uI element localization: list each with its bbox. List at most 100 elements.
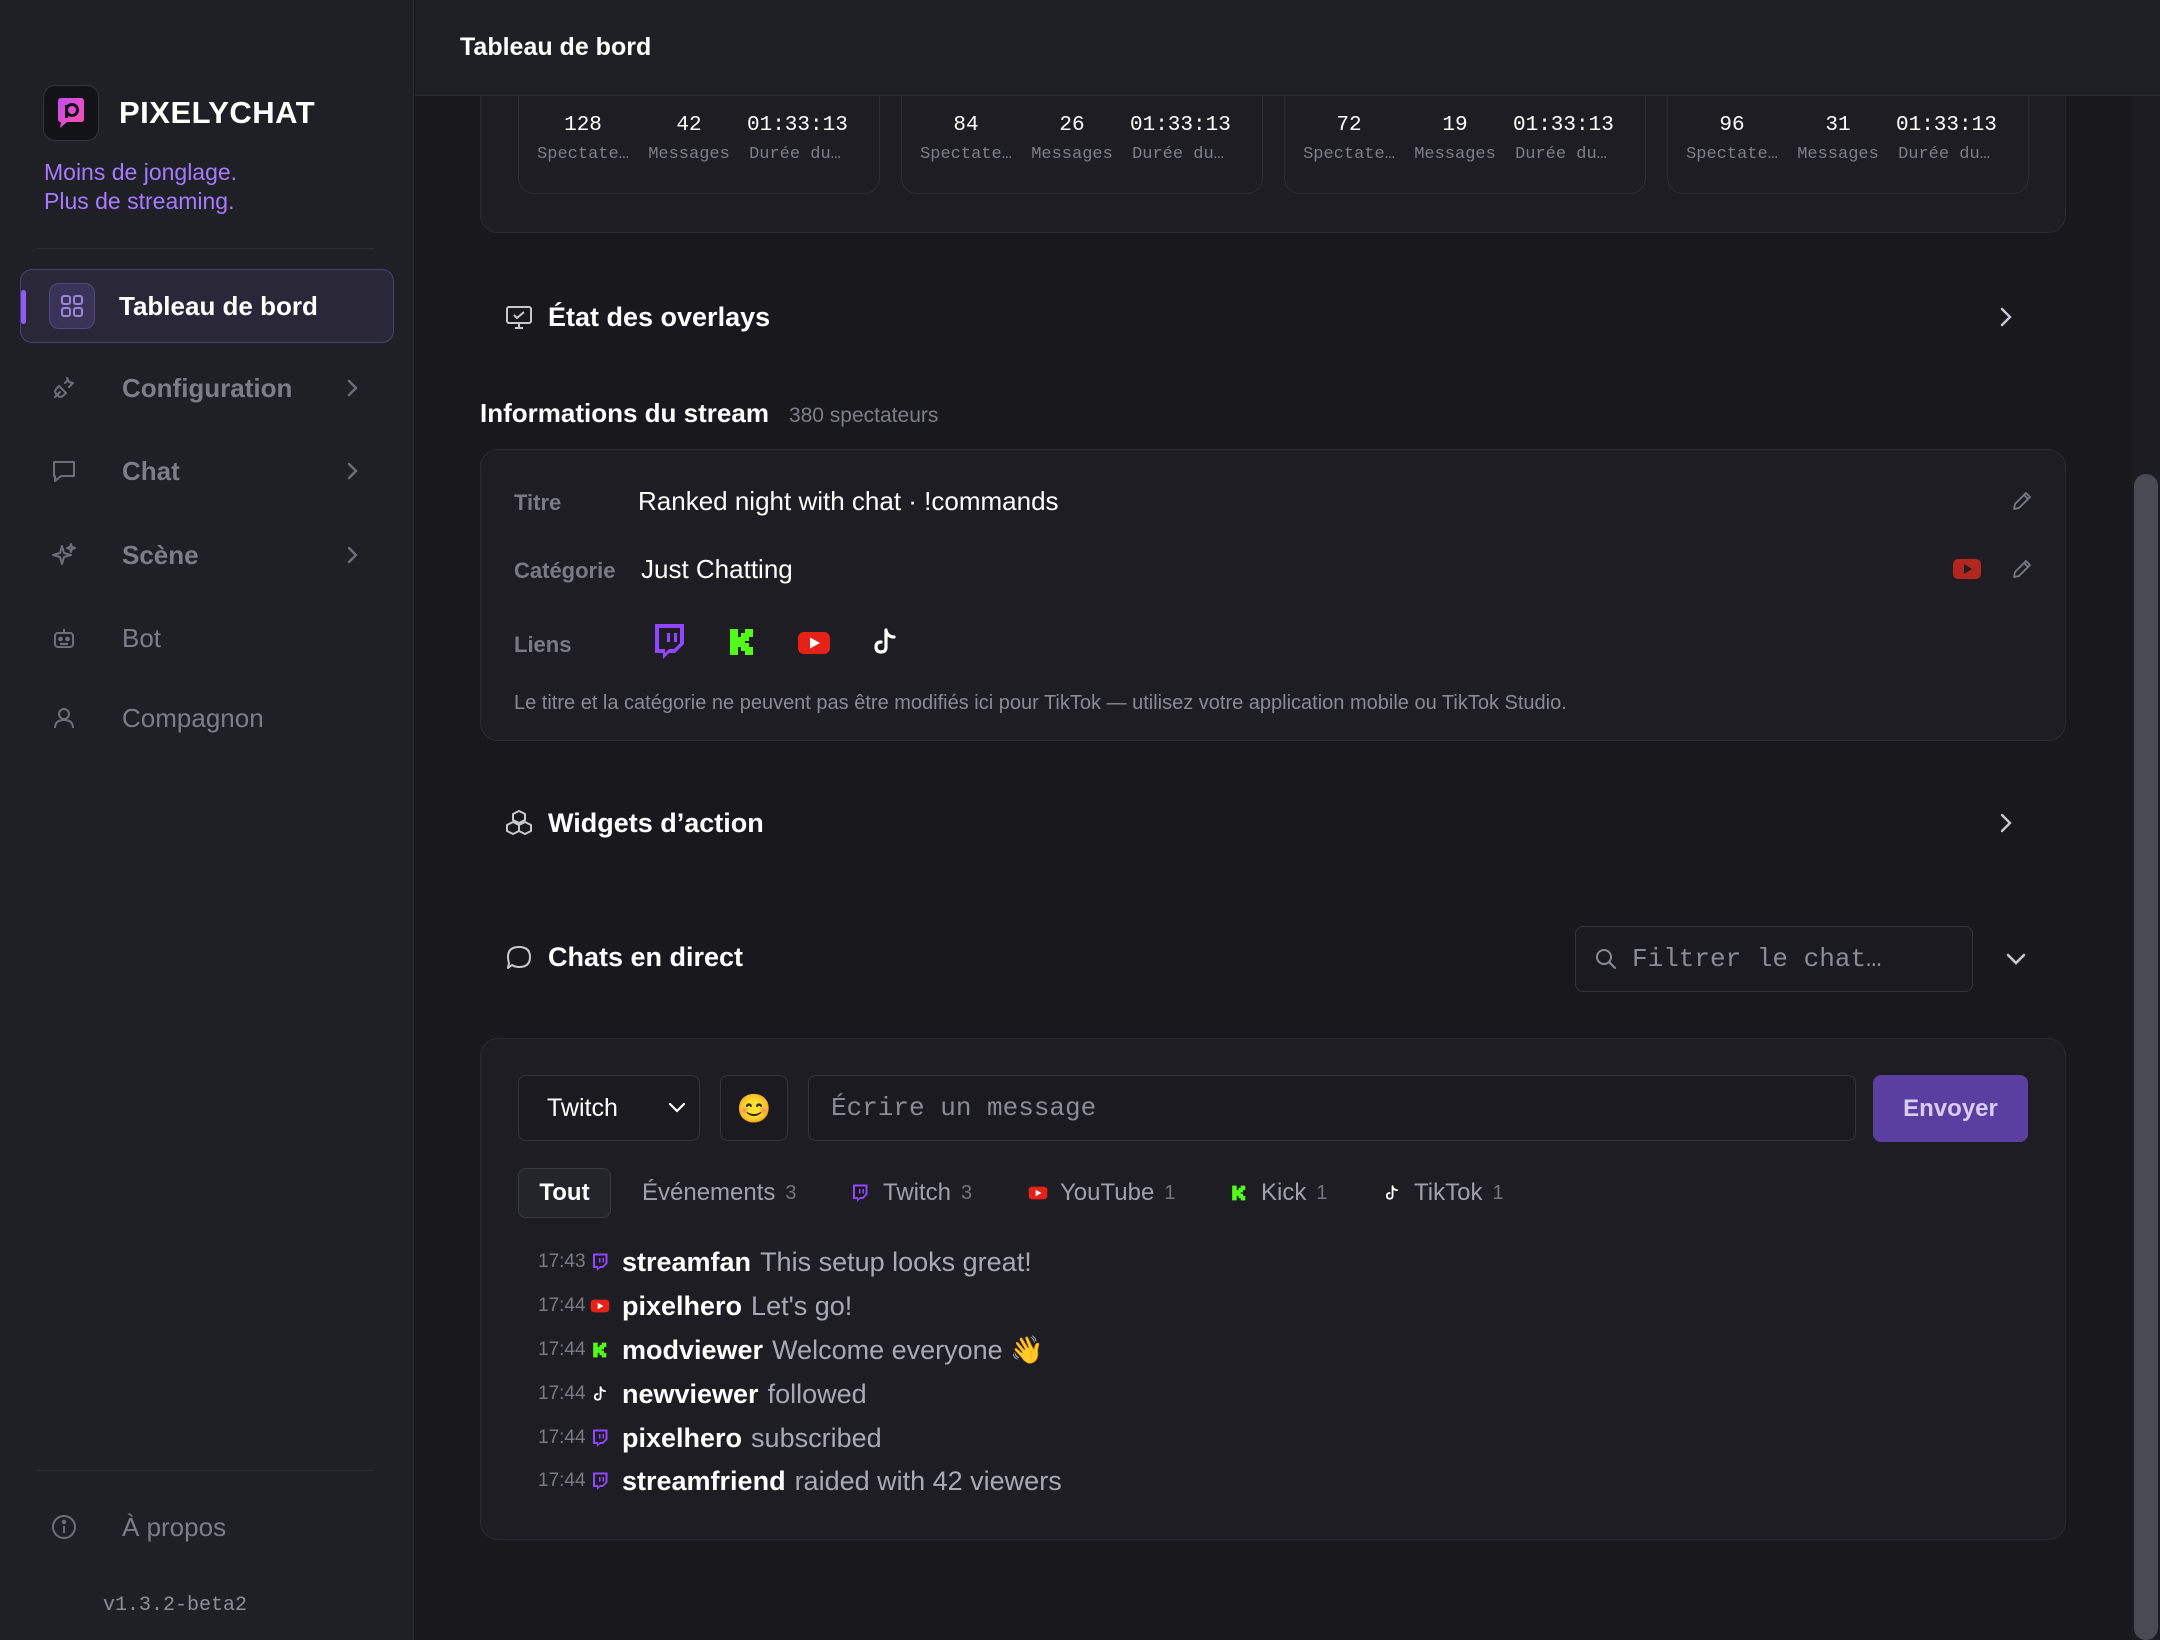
platform-select[interactable]: Twitch	[518, 1075, 700, 1141]
user-icon	[48, 702, 80, 734]
tab-label: Twitch	[883, 1179, 952, 1206]
tab-label: Kick	[1261, 1179, 1307, 1206]
sidebar-item-label: Compagnon	[122, 702, 264, 733]
message-time: 17:44	[538, 1427, 586, 1448]
overlays-section-header[interactable]: État des overlays	[504, 299, 2034, 335]
active-indicator	[21, 290, 26, 324]
sidebar-item-label: À propos	[122, 1511, 227, 1542]
chat-event: 17:44 streamfriend raided with 42 viewer…	[538, 1461, 1062, 1501]
title-label: Titre	[514, 490, 562, 515]
brand-name: PIXELYCHAT	[119, 95, 316, 130]
tab-label: Événements	[642, 1179, 776, 1206]
message-text: subscribed	[751, 1422, 882, 1453]
message-time: 17:44	[538, 1339, 586, 1360]
stream-category-value[interactable]: Just Chatting	[641, 554, 793, 585]
message-input[interactable]: Écrire un message	[808, 1075, 1856, 1141]
sidebar-item-label: Scène	[122, 539, 199, 570]
tiktok-icon	[590, 1384, 610, 1404]
chat-tab-twitch[interactable]: Twitch 3	[851, 1168, 972, 1218]
chevron-right-icon[interactable]	[1998, 811, 2014, 835]
message-text: followed	[767, 1378, 867, 1409]
chat-tab-evenements[interactable]: Événements 3	[642, 1168, 797, 1218]
twitch-icon	[590, 1471, 610, 1491]
chevron-right-icon	[347, 379, 358, 397]
youtube-icon	[1953, 559, 1981, 579]
stream-info-title: Informations du stream	[480, 398, 769, 428]
chat-tab-kick[interactable]: Kick 1	[1231, 1168, 1327, 1218]
sidebar-item-scene[interactable]: Scène	[20, 518, 394, 592]
sidebar-item-tableau-de-bord[interactable]: Tableau de bord	[20, 269, 394, 343]
message-username[interactable]: modviewer	[622, 1335, 763, 1366]
chevron-down-icon[interactable]	[2004, 950, 2028, 968]
message-time: 17:44	[538, 1295, 586, 1316]
edit-title-pencil-icon[interactable]	[2010, 489, 2034, 513]
platform-stats-card: 84 Spectate… 26 Messages 01:33:13 Durée du…	[901, 96, 1263, 194]
sidebar: PIXELYCHAT Moins de jonglage. Plus de st…	[0, 0, 414, 1640]
twitch-icon	[853, 1184, 868, 1202]
pixelychat-logo-icon	[43, 85, 99, 141]
message-input-placeholder: Écrire un message	[831, 1093, 1097, 1123]
kick-icon	[590, 1340, 610, 1360]
youtube-icon	[1028, 1186, 1048, 1200]
messages-stat: 19 Messages	[1414, 114, 1496, 164]
chat-tab-youtube[interactable]: YouTube 1	[1028, 1168, 1175, 1218]
app-version: v1.3.2-beta2	[103, 1594, 248, 1617]
chevron-right-icon[interactable]	[1998, 305, 2014, 329]
messages-stat: 31 Messages	[1797, 114, 1879, 164]
sidebar-item-compagnon[interactable]: Compagnon	[20, 681, 394, 755]
message-username[interactable]: newviewer	[622, 1379, 759, 1410]
youtube-icon	[590, 1296, 610, 1316]
tiktok-link-icon[interactable]	[871, 627, 899, 657]
send-button[interactable]: Envoyer	[1873, 1075, 2028, 1142]
chat-event: 17:44 newviewer followed	[538, 1374, 867, 1414]
chat-filter-input[interactable]: Filtrer le chat…	[1575, 926, 1973, 992]
chat-tab-tiktok[interactable]: TikTok 1	[1384, 1168, 1504, 1218]
kick-icon	[1232, 1185, 1246, 1201]
message-username[interactable]: pixelhero	[622, 1423, 742, 1454]
kick-link-icon[interactable]	[728, 627, 756, 657]
cubes-icon	[506, 810, 532, 835]
live-chat-section-header[interactable]: Chats en direct	[504, 942, 743, 973]
chevron-down-icon	[668, 1102, 686, 1113]
tagline-line-1: Moins de jonglage.	[44, 159, 238, 185]
sidebar-item-label: Tableau de bord	[119, 290, 318, 321]
search-icon	[1596, 949, 1616, 969]
sidebar-item-a-propos[interactable]: À propos	[20, 1490, 394, 1564]
chevron-right-icon	[347, 462, 358, 480]
widgets-section-header[interactable]: Widgets d’action	[504, 805, 2034, 841]
twitch-icon	[590, 1252, 610, 1272]
youtube-link-icon[interactable]	[797, 631, 831, 655]
sidebar-item-configuration[interactable]: Configuration	[20, 351, 394, 425]
message-time: 17:44	[538, 1383, 586, 1404]
message-text: raided with 42 viewers	[794, 1465, 1062, 1496]
sidebar-item-chat[interactable]: Chat	[20, 434, 394, 508]
emoji-button[interactable]: 😊	[720, 1075, 788, 1141]
twitch-link-icon[interactable]	[651, 622, 687, 660]
viewer-count: 380 spectateurs	[788, 404, 939, 427]
scrollbar-thumb[interactable]	[2134, 474, 2158, 1640]
tab-count: 1	[1316, 1181, 1328, 1204]
message-username[interactable]: streamfan	[622, 1247, 751, 1278]
stream-title-value[interactable]: Ranked night with chat · !commands	[638, 486, 1059, 517]
message-time: 17:44	[538, 1470, 586, 1491]
twitch-icon	[590, 1428, 610, 1448]
message-text: This setup looks great!	[760, 1246, 1032, 1277]
chat-tab-tout[interactable]: Tout	[518, 1168, 611, 1218]
plug-icon	[48, 372, 80, 404]
links-label: Liens	[514, 632, 572, 657]
platform-stats-card: 96 Spectate… 31 Messages 01:33:13 Durée du…	[1667, 96, 2029, 194]
tab-count: 1	[1492, 1181, 1504, 1204]
sidebar-item-label: Chat	[122, 455, 180, 486]
tab-count: 1	[1164, 1181, 1176, 1204]
edit-category-pencil-icon[interactable]	[2010, 557, 2034, 581]
page-title: Tableau de bord	[460, 33, 652, 61]
spectators-stat: 96 Spectate…	[1686, 114, 1778, 164]
monitor-icon	[506, 306, 532, 329]
platform-select-value: Twitch	[547, 1093, 618, 1122]
message-time: 17:43	[538, 1251, 586, 1272]
spectators-stat: 128 Spectate…	[537, 114, 629, 164]
sidebar-item-bot[interactable]: Bot	[20, 601, 394, 675]
message-username[interactable]: pixelhero	[622, 1291, 742, 1322]
message-username[interactable]: streamfriend	[622, 1466, 786, 1497]
brand-logo[interactable]: PIXELYCHAT	[43, 85, 315, 141]
